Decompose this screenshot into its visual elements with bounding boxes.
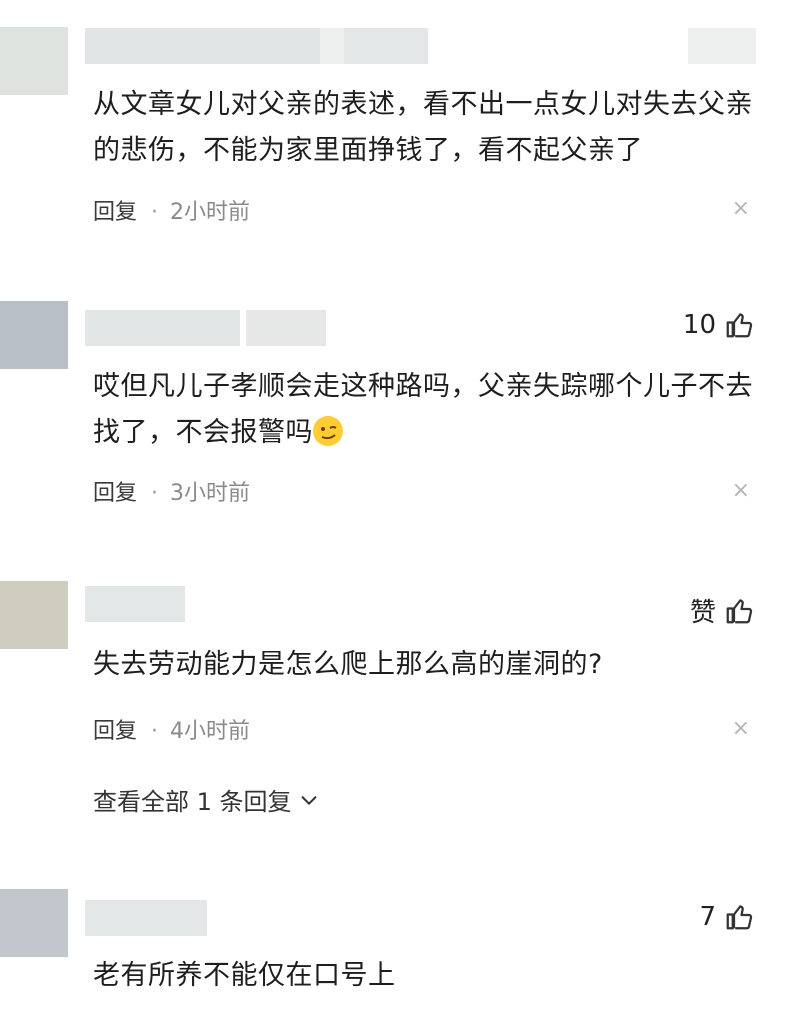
comment-item: 7 老有所养不能仅在口号上 <box>0 0 790 1018</box>
avatar[interactable] <box>0 889 68 957</box>
like-count: 7 <box>699 902 716 932</box>
username-blurred[interactable] <box>85 900 207 936</box>
comment-text: 老有所养不能仅在口号上 <box>93 960 396 991</box>
thumbs-up-icon <box>726 905 753 930</box>
like-button[interactable]: 7 <box>699 902 754 932</box>
